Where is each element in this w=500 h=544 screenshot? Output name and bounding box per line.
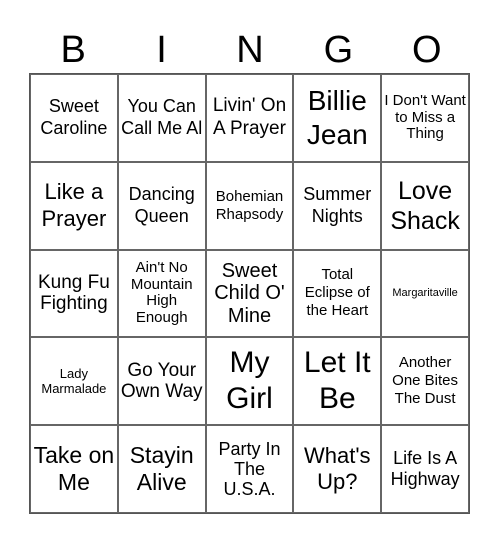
bingo-cell[interactable]: Stayin Alive	[117, 425, 206, 513]
header-letter-b: B	[60, 29, 86, 71]
bingo-cell[interactable]: Kung Fu Fighting	[30, 249, 118, 338]
bingo-cell[interactable]: Dancing Queen	[117, 161, 206, 250]
bingo-cell[interactable]: Margaritaville	[381, 249, 469, 338]
bingo-cell[interactable]: Like a Prayer	[30, 161, 118, 250]
bingo-cell[interactable]: Take on Me	[30, 425, 118, 513]
bingo-header: B I N G O	[29, 30, 471, 70]
bingo-cell[interactable]: Total Eclipse of the Heart	[293, 249, 382, 338]
bingo-card-grid: Sweet Caroline You Can Call Me Al Livin'…	[29, 73, 470, 514]
bingo-cell[interactable]: Bohemian Rhapsody	[205, 161, 294, 250]
header-letter-g: G	[323, 29, 354, 71]
header-letter-i: I	[156, 29, 167, 71]
header-letter-o: O	[411, 29, 442, 71]
bingo-cell[interactable]: Billie Jean	[293, 74, 382, 162]
bingo-cell[interactable]: Lady Marmalade	[30, 337, 118, 426]
bingo-cell[interactable]: I Don't Want to Miss a Thing	[381, 74, 469, 162]
bingo-cell[interactable]: Ain't No Mountain High Enough	[117, 249, 206, 338]
bingo-cell[interactable]: Let It Be	[293, 337, 382, 426]
bingo-cell[interactable]: Life Is A Highway	[381, 425, 469, 513]
bingo-cell[interactable]: Another One Bites The Dust	[381, 337, 469, 426]
bingo-cell[interactable]: Love Shack	[381, 161, 469, 250]
header-letter-n: N	[236, 29, 264, 71]
bingo-cell[interactable]: My Girl	[205, 337, 294, 426]
bingo-cell[interactable]: Go Your Own Way	[117, 337, 206, 426]
bingo-cell[interactable]: Party In The U.S.A.	[205, 425, 294, 513]
bingo-cell[interactable]: Sweet Caroline	[30, 74, 118, 162]
bingo-cell[interactable]: Livin' On A Prayer	[205, 74, 294, 162]
bingo-cell[interactable]: Summer Nights	[293, 161, 382, 250]
bingo-cell[interactable]: What's Up?	[293, 425, 382, 513]
bingo-cell[interactable]: Sweet Child O' Mine	[205, 249, 294, 338]
bingo-cell[interactable]: You Can Call Me Al	[117, 74, 206, 162]
